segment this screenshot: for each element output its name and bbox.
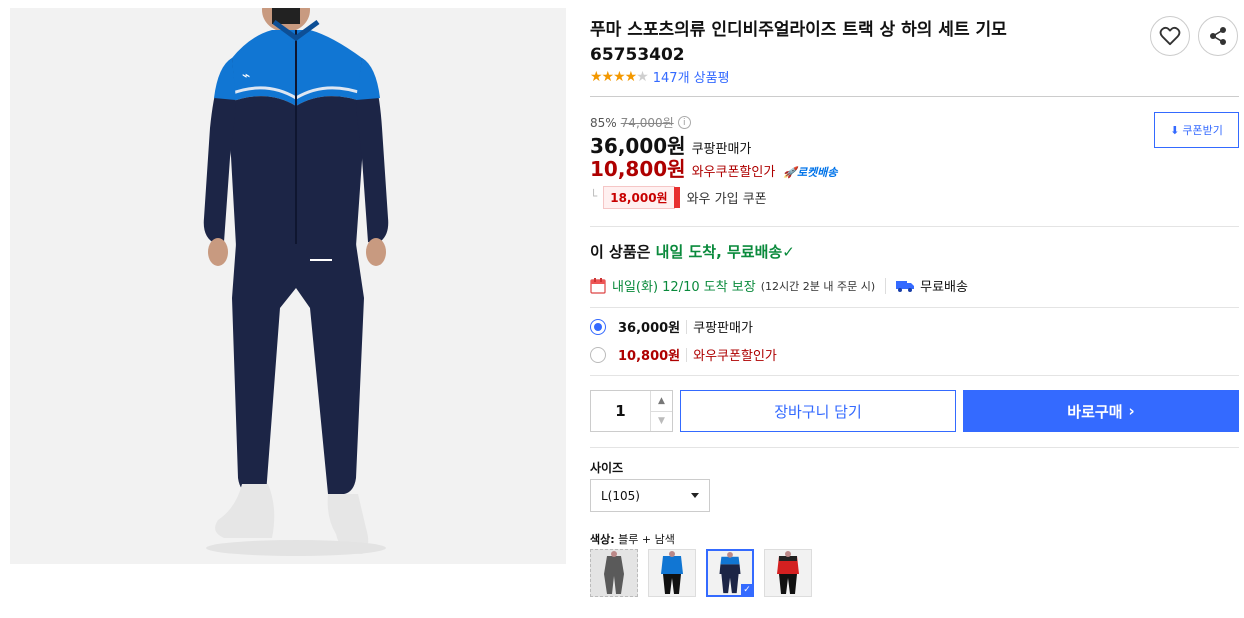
separator [686, 347, 688, 362]
truck-icon [896, 280, 915, 292]
quantity-value[interactable]: 1 [591, 391, 650, 431]
get-coupon-button[interactable]: ⬇ 쿠폰받기 [1154, 112, 1239, 148]
rocket-icon: 🚀 [783, 166, 798, 179]
option-label: 쿠팡판매가 [693, 321, 753, 336]
wow-price-row: 10,800원 와우쿠폰할인가 🚀로켓배송 [590, 153, 838, 182]
product-main-image: ⌁ [10, 8, 566, 564]
option-label: 와우쿠폰할인가 [693, 349, 777, 364]
separator [885, 277, 887, 294]
color-swatch-blue-navy[interactable]: ✓ [706, 549, 754, 597]
original-price: 74,000원 [620, 116, 674, 130]
size-dropdown[interactable]: L(105) [590, 479, 710, 512]
color-label: 색상: 블루 + 남색 [590, 533, 675, 546]
share-button[interactable] [1198, 16, 1238, 56]
arrival-guarantee: 내일(화) 12/10 도착 보장 [612, 280, 756, 295]
buy-now-button[interactable]: 바로구매 › [963, 390, 1239, 432]
discount-row: 85% 74,000원 i [590, 114, 691, 131]
indent-corner-icon: └ [590, 188, 598, 203]
wow-price: 10,800원 [590, 157, 686, 181]
option-price: 36,000원 [618, 321, 681, 336]
option-price: 10,800원 [618, 349, 681, 364]
info-icon[interactable]: i [677, 116, 691, 129]
free-shipping-text: 무료배송 [920, 280, 968, 295]
quantity-arrows: ▲ ▼ [650, 391, 672, 431]
color-selected-value: 블루 + 남색 [618, 533, 675, 546]
review-count-link[interactable]: 147개 상품평 [653, 67, 730, 86]
separator [686, 319, 688, 334]
rating-row: ★★★★★ 147개 상품평 [590, 67, 730, 87]
rocket-delivery-badge: 🚀로켓배송 [783, 166, 838, 179]
coupon-amount-chip: 18,000원 [603, 186, 680, 209]
color-swatches: ✓ [590, 549, 812, 597]
product-info-panel: 푸마 스포츠의류 인디비주얼라이즈 트랙 상 하의 세트 기모 65753402… [590, 0, 1240, 618]
check-icon: ✓ [741, 584, 752, 595]
radio-selected[interactable] [590, 318, 606, 335]
decrease-quantity-icon[interactable]: ▼ [651, 410, 672, 432]
download-icon: ⬇ [1170, 123, 1180, 137]
size-selected-value: L(105) [601, 488, 640, 503]
order-deadline: (12시간 2분 내 주문 시) [760, 279, 876, 293]
check-icon: ✓ [782, 243, 795, 261]
delivery-headline: 이 상품은 내일 도착, 무료배송✓ [590, 243, 795, 261]
product-title-line1: 푸마 스포츠의류 인디비주얼라이즈 트랙 상 하의 세트 기모 [590, 20, 1007, 40]
wishlist-button[interactable] [1150, 16, 1190, 56]
color-swatch-grey[interactable] [590, 549, 638, 597]
divider [590, 226, 1239, 227]
discount-percent: 85% [590, 115, 617, 130]
add-to-cart-button[interactable]: 장바구니 담기 [680, 390, 956, 432]
chevron-right-icon: › [1128, 402, 1135, 420]
radio-unselected[interactable] [590, 346, 606, 363]
price-option-sale[interactable]: 36,000원 쿠팡판매가 [590, 317, 753, 336]
divider [590, 307, 1239, 308]
delivery-info-row: 내일(화) 12/10 도착 보장 (12시간 2분 내 주문 시) 무료배송 [590, 276, 968, 295]
increase-quantity-icon[interactable]: ▲ [651, 391, 672, 411]
wow-price-label: 와우쿠폰할인가 [691, 165, 776, 180]
color-swatch-blue-black[interactable] [648, 549, 696, 597]
divider [590, 447, 1239, 448]
rating-stars: ★★★★★ [590, 68, 649, 85]
delivery-highlight: 내일 도착, 무료배송 [655, 243, 783, 261]
coupon-label: 와우 가입 쿠폰 [686, 192, 767, 207]
price-option-wow[interactable]: 10,800원 와우쿠폰할인가 [590, 345, 777, 364]
heart-icon [1159, 26, 1181, 46]
color-swatch-red-black[interactable] [764, 549, 812, 597]
coupon-row: └ 18,000원 와우 가입 쿠폰 [590, 186, 767, 209]
svg-text:⌁: ⌁ [242, 68, 250, 84]
calendar-icon [590, 278, 606, 294]
divider [590, 375, 1239, 376]
divider [590, 96, 1239, 97]
size-label: 사이즈 [590, 461, 624, 475]
quantity-stepper[interactable]: 1 ▲ ▼ [590, 390, 673, 432]
product-title-line2: 65753402 [590, 45, 685, 65]
product-title: 푸마 스포츠의류 인디비주얼라이즈 트랙 상 하의 세트 기모 65753402 [590, 18, 1130, 68]
share-icon [1210, 27, 1226, 45]
caret-down-icon [691, 493, 699, 498]
